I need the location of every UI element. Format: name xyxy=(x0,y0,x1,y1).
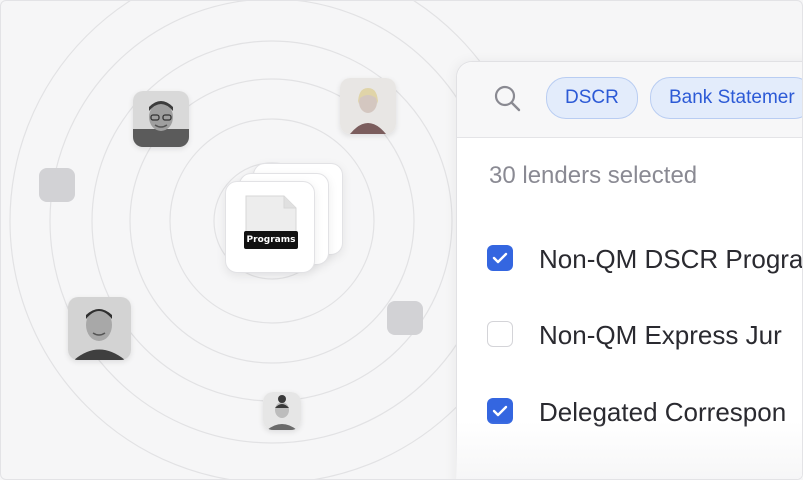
lender-name: Non-QM DSCR Progra xyxy=(539,244,803,274)
filter-bar: DSCR Bank Statemer xyxy=(457,62,802,138)
filter-chip-dscr[interactable]: DSCR xyxy=(546,77,638,119)
check-icon xyxy=(492,405,508,417)
programs-label: Programs xyxy=(244,231,298,249)
avatar-man-glasses xyxy=(133,91,189,147)
lender-name: Non-QM Express Jur xyxy=(539,320,782,350)
selected-count: 30 lenders selected xyxy=(489,162,698,189)
placeholder-dot-right xyxy=(387,301,423,335)
lender-panel: DSCR Bank Statemer 30 lenders selected N… xyxy=(456,61,803,479)
checkbox-checked[interactable] xyxy=(487,245,513,271)
placeholder-dot-left xyxy=(39,168,75,202)
avatar-woman-small xyxy=(263,392,301,430)
avatar-woman-blonde xyxy=(340,78,396,134)
check-icon xyxy=(492,252,508,264)
search-icon[interactable] xyxy=(493,84,521,112)
filter-chip-bank-statement[interactable]: Bank Statemer xyxy=(650,77,802,119)
avatar-man-suit xyxy=(68,297,131,360)
checkbox-unchecked[interactable] xyxy=(487,321,513,347)
program-card-front: Programs xyxy=(225,181,315,273)
illustration-frame: Programs DSCR Bank Statemer 30 lenders s… xyxy=(0,0,803,480)
bottom-fade xyxy=(456,421,802,479)
